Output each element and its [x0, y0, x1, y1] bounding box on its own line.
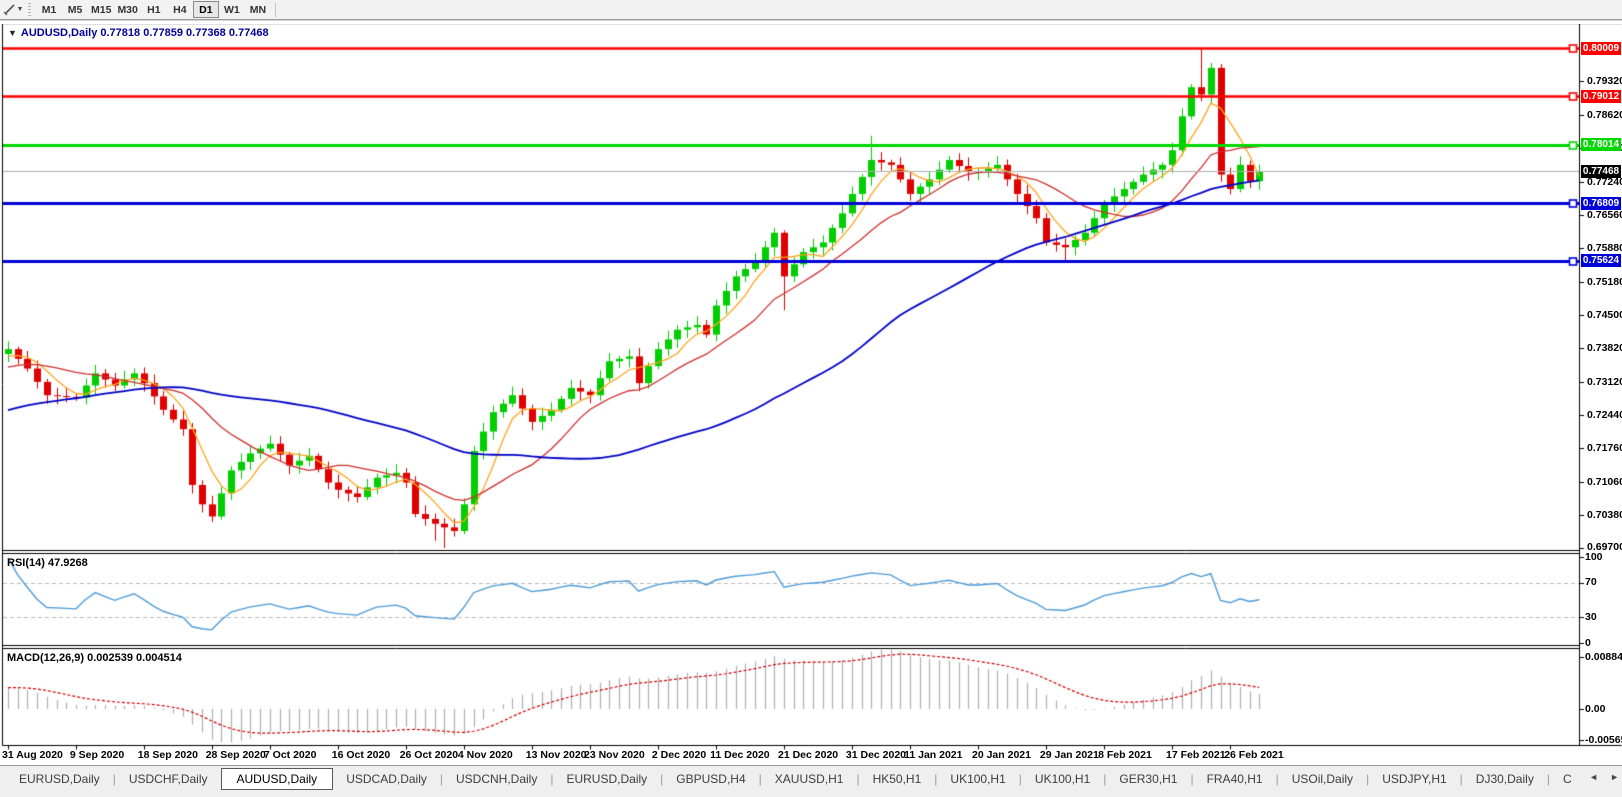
timeframe-button-m5[interactable]: M5: [62, 1, 88, 18]
date-axis-label: 2 Dec 2020: [651, 749, 707, 761]
date-axis-label: 21 Dec 2020: [778, 749, 839, 761]
date-axis-label: 31 Dec 2020: [845, 749, 907, 761]
rsi-axis-tick: 70: [1585, 576, 1597, 589]
date-axis-label: 11 Dec 2020: [710, 749, 770, 761]
symbol-tab-usoildaily[interactable]: USOil,Daily: [1279, 769, 1366, 789]
chart-tab-bar: EURUSD,Daily | USDCHF,Daily AUDUSD,Daily USD…: [0, 765, 1622, 797]
symbol-tab-gbpusdh4[interactable]: GBPUSD,H4: [663, 769, 758, 789]
date-axis-label: 28 Sep 2020: [205, 749, 266, 761]
date-axis-label: 29 Jan 2021: [1039, 749, 1099, 761]
timeframe-button-m30[interactable]: M30: [114, 1, 140, 18]
toolbar-separator: [274, 2, 276, 17]
symbol-tab-usdchfdaily[interactable]: USDCHF,Daily: [116, 769, 221, 789]
symbol-tab-hk50h1[interactable]: HK50,H1: [860, 769, 935, 789]
tab-scroll-left-icon[interactable]: ◄: [1589, 772, 1598, 782]
date-axis-label: 17 Feb 2021: [1166, 749, 1226, 761]
date-axis-label: 8 Feb 2021: [1098, 749, 1152, 761]
symbol-tab-china300h1[interactable]: CHINA300,H1: [1550, 769, 1572, 789]
price-axis-tick: 0.79320: [1587, 74, 1622, 87]
date-axis-label: 4 Nov 2020: [457, 749, 513, 761]
price-axis-tick: 0.73820: [1587, 341, 1622, 354]
date-axis-label: 26 Oct 2020: [399, 749, 459, 761]
rsi-label: RSI(14) 47.9268: [7, 557, 88, 569]
price-level-badge[interactable]: 0.80009: [1581, 41, 1621, 55]
macd-axis-tick: -0.005651: [1585, 733, 1622, 746]
date-axis-label: 18 Sep 2020: [137, 749, 198, 761]
top-toolbar: ▼ M1 M5 M15 M30 H1 H4 D1 W1 MN: [0, 0, 1622, 24]
price-axis-tick: 0.71060: [1587, 475, 1622, 488]
symbol-tab-xauusdh1[interactable]: XAUUSD,H1: [762, 769, 857, 789]
timeframe-button-mn[interactable]: MN: [245, 1, 271, 18]
date-axis-label: 7 Oct 2020: [263, 749, 317, 761]
chart-dropdown-icon[interactable]: ▼: [8, 28, 17, 38]
date-axis-label: 16 Oct 2020: [331, 749, 391, 761]
chevron-down-icon: ▼: [16, 6, 24, 13]
timeframe-button-m1[interactable]: M1: [36, 1, 62, 18]
rsi-axis-tick: 0: [1585, 636, 1591, 649]
symbol-tab-usdjpyh1[interactable]: USDJPY,H1: [1369, 769, 1459, 789]
chart-title[interactable]: ▼ AUDUSD,Daily 0.77818 0.77859 0.77368 0.…: [8, 27, 269, 39]
date-axis-label: 23 Nov 2020: [584, 749, 645, 761]
drawing-tool-button[interactable]: ▼: [0, 1, 26, 18]
symbol-tab-fra40h1[interactable]: FRA40,H1: [1194, 769, 1276, 789]
price-level-badge[interactable]: 0.78014: [1581, 138, 1621, 152]
price-level-badge[interactable]: 0.79012: [1581, 89, 1621, 103]
price-axis-tick: 0.74500: [1587, 308, 1622, 321]
timeframe-button-d1[interactable]: D1: [192, 1, 219, 18]
timeframe-button-h1[interactable]: H1: [141, 1, 167, 18]
date-axis-label: 20 Jan 2021: [972, 749, 1031, 761]
price-axis-tick: 0.75180: [1587, 275, 1622, 288]
symbol-tab-usdcaddaily[interactable]: USDCAD,Daily: [333, 769, 440, 789]
symbol-tab-eurusddaily[interactable]: EURUSD,Daily: [6, 769, 113, 789]
symbol-tab-ger30h1[interactable]: GER30,H1: [1106, 769, 1190, 789]
trading-platform-window: { "toolbar": { "timeframes": [ {"label":…: [0, 0, 1622, 797]
chart-tabs: EURUSD,Daily | USDCHF,Daily AUDUSD,Daily USD…: [6, 767, 1572, 791]
symbol-tab-eurusddaily[interactable]: EURUSD,Daily: [553, 769, 660, 789]
symbol-tab-uk100h1[interactable]: UK100,H1: [1022, 769, 1103, 789]
rsi-axis-tick: 100: [1585, 550, 1603, 563]
date-axis-label: 13 Nov 2020: [525, 749, 587, 761]
price-axis-tick: 0.72440: [1587, 408, 1622, 421]
timeframe-button-m15[interactable]: M15: [88, 1, 114, 18]
symbol-tab-uk100h1[interactable]: UK100,H1: [937, 769, 1018, 789]
date-axis-label: 31 Aug 2020: [2, 749, 63, 761]
date-axis-label: 11 Jan 2021: [904, 749, 963, 761]
timeframe-button-w1[interactable]: W1: [219, 1, 245, 18]
rsi-axis-tick: 30: [1585, 610, 1597, 623]
tab-scroll-right-icon[interactable]: ►: [1610, 772, 1619, 782]
price-level-badge[interactable]: 0.75624: [1581, 254, 1621, 268]
current-price-badge: 0.77468: [1581, 164, 1621, 178]
price-axis-tick: 0.76560: [1587, 208, 1622, 221]
macd-axis-tick: 0.00: [1585, 702, 1606, 715]
price-axis-tick: 0.73120: [1587, 375, 1622, 388]
price-axis-tick: 0.78620: [1587, 108, 1622, 121]
trendline-tool-icon: [3, 4, 15, 16]
date-axis-label: 26 Feb 2021: [1224, 749, 1284, 761]
chart-title-text: AUDUSD,Daily 0.77818 0.77859 0.77368 0.7…: [20, 27, 269, 39]
price-level-badge[interactable]: 0.76809: [1581, 196, 1621, 210]
symbol-tab-audusddaily[interactable]: AUDUSD,Daily: [220, 768, 334, 790]
toolbar-grip[interactable]: [28, 3, 31, 16]
date-axis-label: 9 Sep 2020: [69, 749, 125, 761]
chart-canvas[interactable]: [0, 0, 1622, 797]
timeframe-button-group: M1 M5 M15 M30 H1 H4 D1 W1 MN: [36, 1, 280, 18]
macd-label: MACD(12,26,9) 0.002539 0.004514: [7, 652, 182, 664]
price-axis-tick: 0.75880: [1587, 241, 1622, 254]
macd-axis-tick: 0.00884: [1585, 650, 1622, 663]
timeframe-button-h4[interactable]: H4: [167, 1, 193, 18]
price-axis-tick: 0.71760: [1587, 441, 1622, 454]
symbol-tab-dj30daily[interactable]: DJ30,Daily: [1463, 769, 1547, 789]
symbol-tab-usdcnhdaily[interactable]: USDCNH,Daily: [443, 769, 550, 789]
price-axis-tick: 0.70380: [1587, 508, 1622, 521]
